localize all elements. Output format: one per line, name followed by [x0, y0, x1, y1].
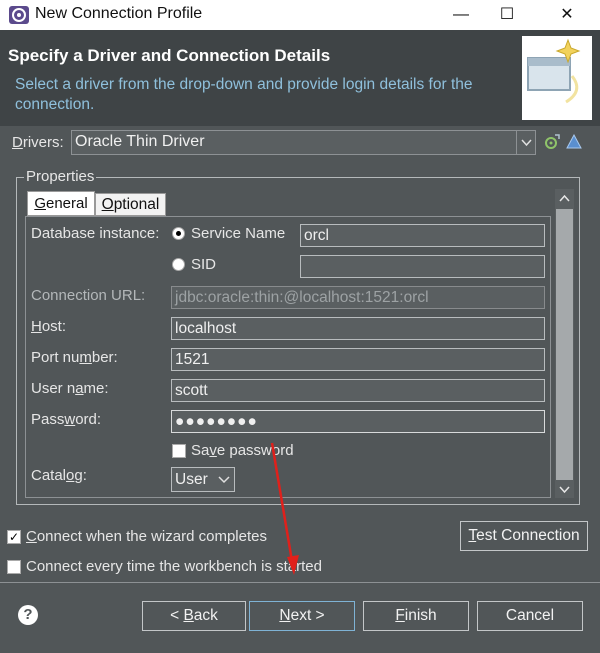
connection-url-field: jdbc:oracle:thin:@localhost:1521:orcl — [171, 286, 545, 309]
host-field[interactable]: localhost — [171, 317, 545, 340]
service-name-radio[interactable] — [172, 227, 185, 240]
wizard-title: Specify a Driver and Connection Details — [8, 46, 331, 65]
connect-every-time-label: Connect every time the workbench is star… — [26, 558, 322, 575]
connect-when-complete-checkbox[interactable]: ✓ — [7, 530, 21, 544]
service-name-label: Service Name — [191, 225, 286, 242]
back-button[interactable]: < Back — [142, 601, 246, 631]
connect-when-complete-label: Connect when the wizard completes — [26, 528, 267, 545]
footer-separator — [0, 582, 600, 583]
test-connection-button[interactable]: Test Connection — [460, 521, 588, 551]
drivers-selected-value: Oracle Thin Driver — [75, 133, 205, 150]
finish-button[interactable]: Finish — [363, 601, 469, 631]
user-name-field[interactable]: scott — [171, 379, 545, 402]
database-instance-label: Database instance: — [31, 225, 160, 242]
connect-every-time-checkbox[interactable] — [7, 560, 21, 574]
port-number-label: Port number: — [31, 349, 118, 366]
help-icon[interactable]: ? — [18, 605, 38, 625]
sid-field[interactable] — [300, 255, 545, 278]
password-field[interactable]: ●●●●●●●● — [171, 410, 545, 433]
tab-optional[interactable]: Optional — [95, 193, 166, 216]
edit-driver-icon[interactable] — [544, 133, 560, 155]
cancel-button[interactable]: Cancel — [477, 601, 583, 631]
host-label: Host: — [31, 318, 67, 335]
properties-group-label: Properties — [24, 168, 97, 185]
drivers-label: Drivers: — [12, 134, 64, 151]
new-driver-icon[interactable] — [566, 133, 582, 154]
service-name-field[interactable]: orcl — [300, 224, 545, 247]
password-label: Password: — [31, 411, 102, 428]
user-name-label: User name: — [31, 380, 109, 397]
maximize-button[interactable]: ☐ — [484, 0, 530, 30]
close-button[interactable]: ✕ — [544, 0, 590, 30]
sid-radio[interactable] — [172, 258, 185, 271]
scrollbar-thumb[interactable] — [556, 209, 573, 480]
app-icon — [8, 5, 30, 25]
wizard-description: Select a driver from the drop-down and p… — [15, 76, 473, 113]
wizard-banner-icon — [522, 36, 592, 120]
save-password-checkbox[interactable] — [172, 444, 186, 458]
title-bar: New Connection Profile — ☐ ✕ — [0, 0, 600, 30]
next-button[interactable]: Next > — [249, 601, 355, 631]
chevron-down-icon[interactable] — [516, 131, 535, 154]
port-number-field[interactable]: 1521 — [171, 348, 545, 371]
tab-general[interactable]: General — [27, 191, 95, 216]
scroll-up-icon[interactable] — [556, 192, 573, 210]
chevron-down-icon[interactable] — [214, 468, 234, 491]
scroll-down-icon[interactable] — [556, 482, 573, 500]
connection-url-label: Connection URL: — [31, 287, 146, 304]
sid-label: SID — [191, 256, 217, 273]
save-password-label: Save password — [191, 442, 294, 459]
window-title: New Connection Profile — [35, 5, 203, 22]
minimize-button[interactable]: — — [438, 0, 484, 30]
catalog-label: Catalog: — [31, 467, 87, 484]
